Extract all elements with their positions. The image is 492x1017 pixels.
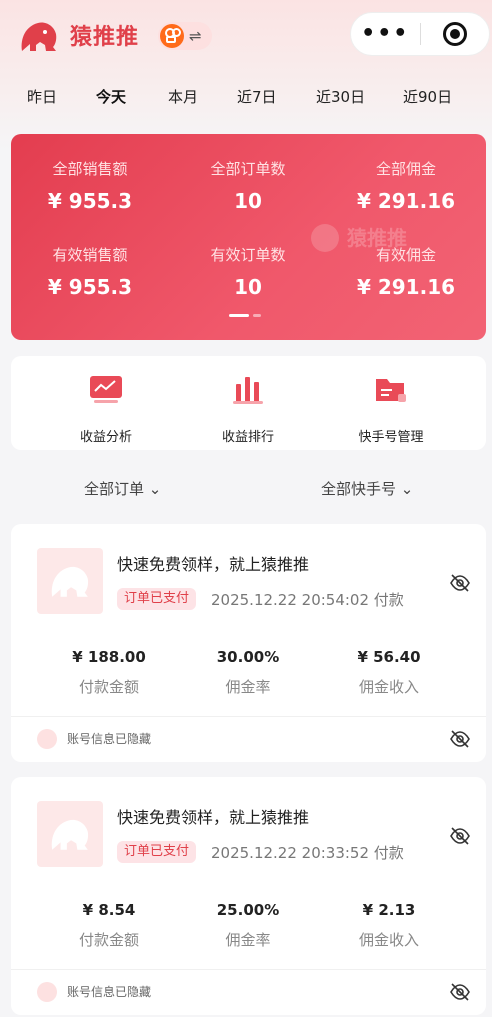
more-menu-button[interactable]: •••	[351, 23, 420, 45]
order-card[interactable]: 快速免费领样，就上猿推推 订单已支付 2025.12.22 20:33:52 付…	[11, 777, 486, 1015]
stat-label: 有效佣金	[375, 246, 436, 264]
date-range-tabs: 昨日 今天 本月 近7日 近30日 近90日	[0, 86, 492, 116]
order-commission-value: ¥ 2.13	[362, 901, 416, 919]
stat-label: 全部销售额	[52, 160, 128, 178]
carousel-dot-active	[229, 314, 249, 317]
stat-valid-commission: 有效佣金 ¥ 291.16	[327, 244, 485, 299]
gorilla-placeholder-icon	[51, 819, 89, 850]
order-product-title: 快速免费领样，就上猿推推	[117, 808, 310, 827]
app-name: 猿推推	[70, 25, 140, 50]
stat-label: 全部佣金	[375, 160, 436, 178]
tab-this-month[interactable]: 本月	[168, 86, 198, 107]
account-avatar	[37, 729, 57, 749]
order-amount-value: ¥ 8.54	[82, 901, 136, 919]
divider	[11, 716, 486, 717]
order-amount-label: 付款金额	[78, 931, 139, 949]
analytics-icon	[90, 376, 122, 403]
stats-summary-card[interactable]: 猿推推 全部销售额 ¥ 955.3 全部订单数 10 全部佣金 ¥ 291.16…	[11, 134, 486, 340]
stat-total-orders: 全部订单数 10	[169, 158, 327, 213]
order-status-badge: 订单已支付	[117, 841, 197, 863]
order-commission-value: ¥ 56.40	[357, 648, 421, 666]
tool-account-management[interactable]: 快手号管理	[316, 374, 466, 445]
mini-program-capsule: •••	[350, 12, 490, 56]
tool-revenue-ranking[interactable]: 收益排行	[173, 374, 323, 445]
stat-label: 有效销售额	[52, 246, 128, 264]
ranking-icon	[233, 377, 263, 404]
switch-arrows-icon: ⇌	[189, 27, 202, 45]
order-rate-value: 30.00%	[216, 648, 280, 666]
tab-last-7-days[interactable]: 近7日	[237, 86, 277, 107]
stat-value: ¥ 955.3	[47, 189, 133, 213]
order-pay-time: 2025.12.22 20:33:52 付款	[211, 844, 404, 862]
order-filters: 全部订单 ⌄ 全部快手号 ⌄	[0, 478, 492, 502]
folder-manage-icon	[376, 379, 406, 402]
order-commission-label: 佣金收入	[358, 678, 419, 696]
stat-value: ¥ 291.16	[356, 189, 456, 213]
eye-off-icon[interactable]	[449, 572, 471, 594]
tool-label: 收益排行	[221, 430, 274, 445]
order-amount-value: ¥ 188.00	[72, 648, 146, 666]
order-amount: ¥ 188.00 付款金额	[39, 648, 179, 697]
tool-label: 收益分析	[79, 430, 132, 445]
tab-last-30-days[interactable]: 近30日	[316, 86, 365, 107]
tool-revenue-analysis[interactable]: 收益分析	[31, 374, 181, 445]
kuaishou-icon	[160, 24, 184, 48]
order-status-badge: 订单已支付	[117, 588, 197, 610]
tab-yesterday[interactable]: 昨日	[27, 86, 57, 107]
stat-total-commission: 全部佣金 ¥ 291.16	[327, 158, 485, 213]
order-card[interactable]: 快速免费领样，就上猿推推 订单已支付 2025.12.22 20:54:02 付…	[11, 524, 486, 762]
stat-value: ¥ 291.16	[356, 275, 456, 299]
product-thumbnail	[37, 548, 103, 614]
stat-value: ¥ 955.3	[47, 275, 133, 299]
eye-off-icon[interactable]	[449, 825, 471, 847]
account-info-hidden: 账号信息已隐藏	[67, 985, 152, 999]
eye-off-icon[interactable]	[449, 981, 471, 1003]
gorilla-placeholder-icon	[51, 566, 89, 597]
order-rate-label: 佣金率	[225, 931, 271, 949]
order-commission: ¥ 56.40 佣金收入	[319, 648, 459, 697]
account-avatar	[37, 982, 57, 1002]
order-commission-label: 佣金收入	[358, 931, 419, 949]
stat-value: 10	[234, 275, 262, 299]
order-amount: ¥ 8.54 付款金额	[39, 901, 179, 950]
order-product-title: 快速免费领样，就上猿推推	[117, 555, 310, 574]
product-thumbnail	[37, 801, 103, 867]
order-rate: 30.00% 佣金率	[178, 648, 318, 697]
stat-label: 有效订单数	[210, 246, 286, 264]
stat-value: 10	[234, 189, 262, 213]
carousel-indicator	[229, 314, 261, 317]
platform-switch-button[interactable]: ⇌	[158, 22, 212, 50]
stat-total-sales: 全部销售额 ¥ 955.3	[11, 158, 169, 213]
order-commission: ¥ 2.13 佣金收入	[319, 901, 459, 950]
app-header: 猿推推 ⇌ •••	[0, 0, 492, 74]
stat-valid-orders: 有效订单数 10	[169, 244, 327, 299]
stat-valid-sales: 有效销售额 ¥ 955.3	[11, 244, 169, 299]
stat-label: 全部订单数	[210, 160, 286, 178]
tab-last-90-days[interactable]: 近90日	[403, 86, 452, 107]
order-rate-label: 佣金率	[225, 678, 271, 696]
carousel-dot	[253, 314, 261, 317]
gorilla-logo-icon	[21, 22, 57, 51]
order-rate-value: 25.00%	[216, 901, 280, 919]
close-mini-program-button[interactable]	[421, 22, 490, 46]
account-info-hidden: 账号信息已隐藏	[67, 732, 152, 746]
target-icon	[442, 22, 467, 46]
order-pay-time: 2025.12.22 20:54:02 付款	[211, 591, 404, 609]
order-amount-label: 付款金额	[78, 678, 139, 696]
tools-card: 收益分析 收益排行 快手号管理	[11, 356, 486, 450]
divider	[11, 969, 486, 970]
eye-off-icon[interactable]	[449, 728, 471, 750]
tool-label: 快手号管理	[358, 430, 424, 445]
filter-all-accounts-dropdown[interactable]: 全部快手号 ⌄	[321, 478, 413, 499]
order-rate: 25.00% 佣金率	[178, 901, 318, 950]
tab-today[interactable]: 今天	[96, 86, 126, 107]
filter-all-orders-dropdown[interactable]: 全部订单 ⌄	[84, 478, 161, 499]
